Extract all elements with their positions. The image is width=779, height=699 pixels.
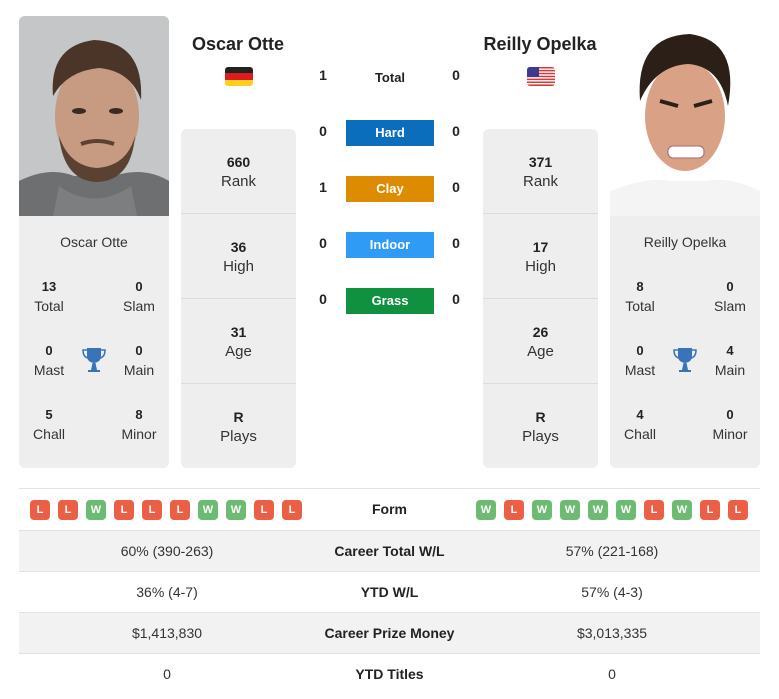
form-badge-win[interactable]: W — [226, 500, 246, 520]
h2h-indoor-right: 0 — [452, 235, 460, 251]
player-photo-oscar-otte — [19, 16, 169, 216]
h2h-hard-left: 0 — [319, 123, 327, 139]
form-badge-win[interactable]: W — [476, 500, 496, 520]
form-badge-win[interactable]: W — [86, 500, 106, 520]
h2h-indoor-left: 0 — [319, 235, 327, 251]
career-wl-row: 60% (390-263) Career Total W/L 57% (221-… — [19, 531, 760, 572]
germany-flag-icon — [225, 67, 253, 86]
form-badges-left: LLWLLLWWLL — [30, 500, 302, 520]
h2h-clay-left: 1 — [319, 179, 327, 195]
player-title-link-left[interactable]: Oscar Otte — [148, 34, 328, 55]
h2h-grass-right: 0 — [452, 291, 460, 307]
ytd-wl-left: 36% (4-7) — [136, 584, 198, 600]
surface-indoor-button[interactable]: Indoor — [346, 232, 434, 258]
player-stats-right: 371 Rank 17 High 26 Age R Plays — [483, 129, 598, 468]
titles-minor: 0 Minor — [712, 407, 748, 442]
ytd-wl-row: 36% (4-7) YTD W/L 57% (4-3) — [19, 572, 760, 613]
titles-chall: 4 Chall — [624, 407, 656, 442]
surface-grass-button[interactable]: Grass — [346, 288, 434, 314]
form-badge-loss[interactable]: L — [254, 500, 274, 520]
h2h-total-right: 0 — [452, 67, 460, 83]
surface-hard-button[interactable]: Hard — [346, 120, 434, 146]
form-badge-loss[interactable]: L — [700, 500, 720, 520]
titles-main: 0 Main — [123, 343, 155, 378]
h2h-clay-right: 0 — [452, 179, 460, 195]
player-photo-reilly-opelka — [610, 16, 760, 216]
player-title-link-right[interactable]: Reilly Opelka — [450, 34, 630, 55]
form-badge-loss[interactable]: L — [644, 500, 664, 520]
form-badge-loss[interactable]: L — [170, 500, 190, 520]
titles-minor: 8 Minor — [121, 407, 157, 442]
form-badge-loss[interactable]: L — [282, 500, 302, 520]
player-card-left: Oscar Otte 13 Total 0 Slam 0 Mast 0 Main… — [19, 216, 169, 468]
portrait-image — [610, 16, 760, 216]
form-badge-loss[interactable]: L — [504, 500, 524, 520]
titles-total: 13 Total — [34, 279, 64, 314]
titles-slam: 0 Slam — [123, 279, 155, 314]
ytd-wl-label: YTD W/L — [360, 584, 419, 600]
prize-money-row: $1,413,830 Career Prize Money $3,013,335 — [19, 613, 760, 654]
stat-plays: R Plays — [522, 409, 559, 445]
career-wl-right: 57% (221-168) — [565, 543, 659, 559]
h2h-hard-right: 0 — [452, 123, 460, 139]
prize-money-left: $1,413,830 — [131, 625, 203, 641]
stat-rank: 660 Rank — [181, 129, 296, 214]
h2h-total-left: 1 — [319, 67, 327, 83]
titles-mast: 0 Mast — [33, 343, 65, 378]
stat-high: 36 High — [181, 214, 296, 299]
career-wl-label: Career Total W/L — [334, 543, 445, 559]
prize-money-right: $3,013,335 — [576, 625, 648, 641]
titles-mast: 0 Mast — [624, 343, 656, 378]
prize-money-label: Career Prize Money — [324, 625, 455, 641]
form-badge-win[interactable]: W — [560, 500, 580, 520]
ytd-titles-left: 0 — [163, 666, 171, 682]
h2h-grass-left: 0 — [319, 291, 327, 307]
trophy-icon — [82, 348, 106, 372]
stat-plays: R Plays — [220, 409, 257, 445]
form-badge-win[interactable]: W — [672, 500, 692, 520]
h2h-total-label: Total — [374, 70, 406, 85]
form-badge-loss[interactable]: L — [142, 500, 162, 520]
ytd-titles-right: 0 — [608, 666, 616, 682]
player-card-right: Reilly Opelka 8 Total 0 Slam 0 Mast 4 Ma… — [610, 216, 760, 468]
titles-main: 4 Main — [714, 343, 746, 378]
player-name: Reilly Opelka — [643, 234, 727, 250]
form-badges-right: WLWWWWLWLL — [476, 500, 748, 520]
titles-total: 8 Total — [625, 279, 655, 314]
surface-clay-button[interactable]: Clay — [346, 176, 434, 202]
form-badge-win[interactable]: W — [532, 500, 552, 520]
stat-age: 26 Age — [483, 299, 598, 384]
stat-high: 17 High — [483, 214, 598, 299]
player-stats-left: 660 Rank 36 High 31 Age R Plays — [181, 129, 296, 468]
titles-slam: 0 Slam — [714, 279, 746, 314]
form-badge-loss[interactable]: L — [30, 500, 50, 520]
stat-rank: 371 Rank — [483, 129, 598, 214]
trophy-icon — [673, 348, 697, 372]
form-badge-win[interactable]: W — [588, 500, 608, 520]
ytd-titles-row: 0 YTD Titles 0 — [19, 654, 760, 694]
form-badge-loss[interactable]: L — [728, 500, 748, 520]
usa-flag-icon — [527, 67, 555, 86]
ytd-wl-right: 57% (4-3) — [581, 584, 643, 600]
comparison-table: LLWLLLWWLL Form WLWWWWLWLL 60% (390-263)… — [19, 488, 760, 694]
player-name: Oscar Otte — [60, 234, 128, 250]
stat-age: 31 Age — [181, 299, 296, 384]
form-badge-loss[interactable]: L — [58, 500, 78, 520]
ytd-titles-label: YTD Titles — [355, 666, 424, 682]
career-wl-left: 60% (390-263) — [120, 543, 214, 559]
form-badge-loss[interactable]: L — [114, 500, 134, 520]
portrait-image — [19, 16, 169, 216]
titles-chall: 5 Chall — [33, 407, 65, 442]
form-row: LLWLLLWWLL Form WLWWWWLWLL — [19, 489, 760, 531]
form-badge-win[interactable]: W — [198, 500, 218, 520]
form-label: Form — [372, 501, 407, 517]
form-badge-win[interactable]: W — [616, 500, 636, 520]
